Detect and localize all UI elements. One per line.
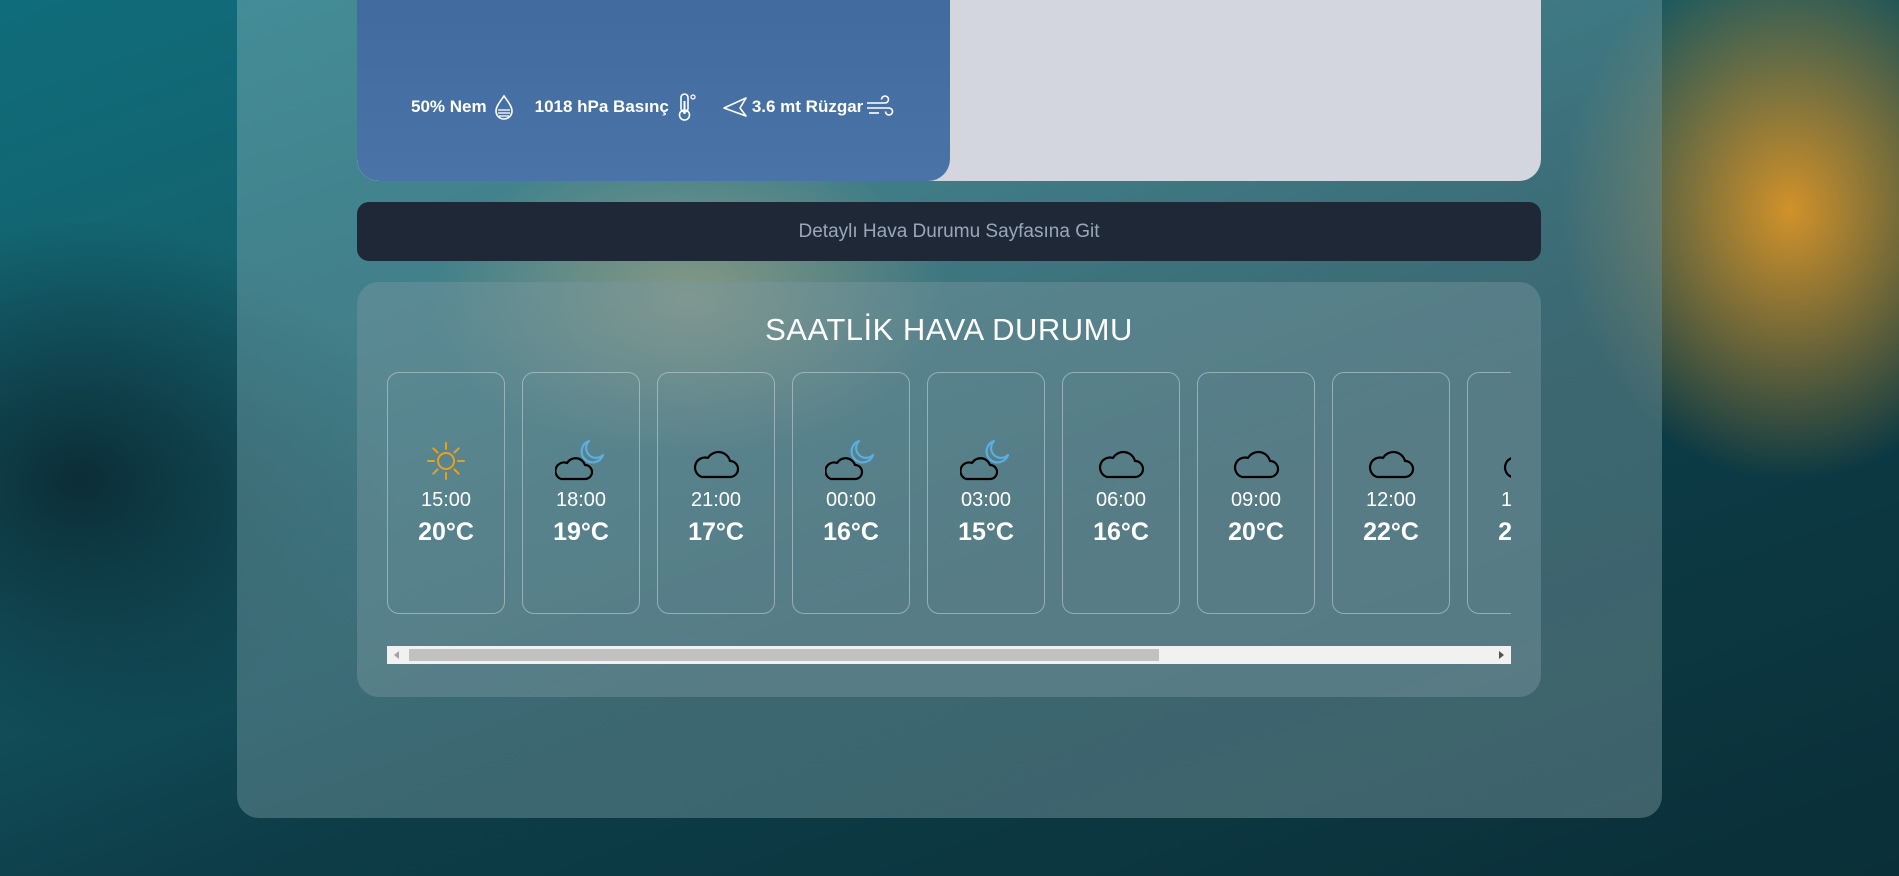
hourly-scroller[interactable]: 15:00 20°C 18:00 19°C 21:00 17°C 00:00 16°C 03:0… [387,372,1511,622]
scroll-left-arrow[interactable] [394,651,399,659]
hour-temperature: 16°C [1093,518,1149,546]
hour-temperature: 20°C [1228,518,1284,546]
cloud-icon [690,439,742,483]
current-weather-panel: 50% Nem 1018 hPa Basınç 3.6 mt Rüzgar [357,0,950,181]
pressure-label: 1018 hPa Basınç [534,97,669,116]
humidity-stat: 50% Nem [411,93,517,121]
hour-time: 18:00 [555,489,607,511]
current-weather-card: 50% Nem 1018 hPa Basınç 3.6 mt Rüzgar [357,0,1541,181]
scroll-right-arrow[interactable] [1499,651,1504,659]
wind-label: 3.6 mt Rüzgar [751,97,864,116]
hour-time: 21:00 [690,489,742,511]
hourly-title: SAATLİK HAVA DURUMU [765,312,1133,347]
hour-card: 00:00 16°C [792,372,910,614]
hour-temperature: 16°C [823,518,879,546]
cloud-icon [1500,439,1511,483]
hour-temperature: 22°C [1498,518,1511,546]
hour-time: 00:00 [825,489,877,511]
hour-card: 06:00 16°C [1062,372,1180,614]
hour-card: 09:00 20°C [1197,372,1315,614]
hour-time: 15:00 [420,489,472,511]
thermometer-icon [678,93,696,121]
hour-card: 21:00 17°C [657,372,775,614]
sun-icon [424,439,468,483]
cloud-icon [1230,439,1282,483]
hour-card: 18:00 19°C [522,372,640,614]
hour-temperature: 20°C [418,518,474,546]
cloud-icon [1095,439,1147,483]
hour-card: 12:00 22°C [1332,372,1450,614]
hourly-cards: 15:00 20°C 18:00 19°C 21:00 17°C 00:00 16°C 03:0… [387,372,1511,614]
hour-temperature: 15°C [958,518,1014,546]
cloud-moon-icon [825,439,877,483]
hourly-forecast-panel: SAATLİK HAVA DURUMU 15:00 20°C 18:00 19°C 21… [357,282,1541,697]
wind-direction-icon [723,97,747,117]
hour-time: 03:00 [960,489,1012,511]
hour-card: 03:00 15°C [927,372,1045,614]
hour-time: 12:00 [1365,489,1417,511]
hour-card: 15:00 20°C [387,372,505,614]
weather-stats: 50% Nem 1018 hPa Basınç 3.6 mt Rüzgar [411,92,913,122]
hour-temperature: 19°C [553,518,609,546]
hour-time: 06:00 [1095,489,1147,511]
detail-weather-button[interactable]: Detaylı Hava Durumu Sayfasına Git [357,202,1541,261]
hour-temperature: 22°C [1363,518,1419,546]
wind-stat: 3.6 mt Rüzgar [717,95,895,119]
humidity-label: 50% Nem [411,97,487,116]
hour-card: 15:00 22°C [1467,372,1511,614]
hour-time: 09:00 [1230,489,1282,511]
pressure-stat: 1018 hPa Basınç [535,92,699,122]
cloud-icon [1365,439,1417,483]
hour-temperature: 17°C [688,518,744,546]
hour-time: 15:00 [1500,489,1511,511]
cloud-moon-icon [960,439,1012,483]
horizontal-scrollbar[interactable] [387,646,1511,664]
droplet-icon [494,94,513,120]
cloud-moon-icon [555,439,607,483]
wind-icon [867,95,894,116]
scrollbar-thumb[interactable] [409,649,1159,661]
